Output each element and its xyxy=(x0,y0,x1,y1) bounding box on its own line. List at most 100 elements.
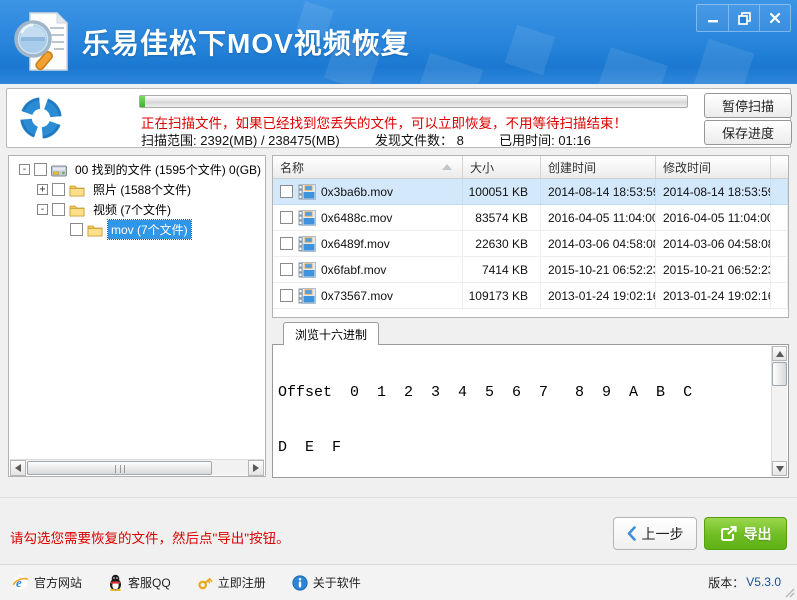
qq-icon xyxy=(110,574,122,591)
video-file-icon xyxy=(298,183,316,200)
titlebar: 乐易佳松下MOV视频恢复 xyxy=(0,0,797,84)
scrollbar-thumb[interactable] xyxy=(772,362,787,386)
elapsed-time-value: 01:16 xyxy=(558,133,591,148)
elapsed-time-label: 已用时间: xyxy=(499,133,555,148)
table-row[interactable]: 0x6fabf.mov 7414 KB 2015-10-21 06:52:23 … xyxy=(273,257,788,283)
scan-range-label: 扫描范围: xyxy=(141,133,197,148)
video-file-icon xyxy=(298,261,316,278)
file-modified: 2014-03-06 04:58:08 xyxy=(656,231,771,256)
official-site-link[interactable]: e 官方网站 xyxy=(12,574,82,591)
tree-item-mov[interactable]: mov (7个文件) xyxy=(9,219,265,240)
scan-range-value: 2392(MB) / 238475(MB) xyxy=(200,133,340,148)
found-files-label: 发现文件数： xyxy=(374,133,453,148)
tree-item-label[interactable]: 00 找到的文件 (1595个文件) 0(GB) xyxy=(72,160,264,179)
minimize-icon xyxy=(707,20,718,23)
hex-view-panel: Offset 0 1 2 3 4 5 6 7 8 9 A B C D E F 0… xyxy=(272,344,789,478)
tree-item-label[interactable]: 视频 (7个文件) xyxy=(90,200,174,219)
column-header-filler xyxy=(771,156,788,178)
file-modified: 2013-01-24 19:02:16 xyxy=(656,283,771,308)
table-row[interactable]: 0x6488c.mov 83574 KB 2016-04-05 11:04:00… xyxy=(273,205,788,231)
video-file-icon xyxy=(298,287,316,304)
scan-info-line: 扫描范围: 2392(MB) / 238475(MB) 发现文件数： 8 已用时… xyxy=(141,130,591,149)
scan-progress-bar xyxy=(139,95,688,108)
file-size: 83574 KB xyxy=(463,205,541,230)
tree-item-label-selected[interactable]: mov (7个文件) xyxy=(107,219,192,240)
file-name: 0x73567.mov xyxy=(321,288,394,303)
collapse-toggle[interactable]: - xyxy=(19,164,30,175)
file-created: 2014-08-14 18:53:59 xyxy=(541,179,656,204)
file-modified: 2015-10-21 06:52:23 xyxy=(656,257,771,282)
file-size: 109173 KB xyxy=(463,283,541,308)
tree-item-root[interactable]: - 00 找到的文件 (1595个文件) 0(GB) xyxy=(9,160,265,179)
tree-item-videos[interactable]: - 视频 (7个文件) xyxy=(9,200,265,219)
close-icon xyxy=(769,12,781,24)
file-modified: 2016-04-05 11:04:00 xyxy=(656,205,771,230)
tree-checkbox[interactable] xyxy=(70,223,83,236)
minimize-button[interactable] xyxy=(697,5,728,31)
svg-text:e: e xyxy=(16,575,22,590)
scroll-right-button[interactable] xyxy=(248,459,264,476)
table-row[interactable]: 0x6489f.mov 22630 KB 2014-03-06 04:58:08… xyxy=(273,231,788,257)
tree-horizontal-scrollbar[interactable] xyxy=(10,459,264,476)
close-button[interactable] xyxy=(759,5,790,31)
tree-item-label[interactable]: 照片 (1588个文件) xyxy=(90,180,194,199)
scan-progress-fill xyxy=(140,96,146,107)
register-link[interactable]: 立即注册 xyxy=(197,574,266,591)
folder-icon xyxy=(87,225,103,236)
back-button[interactable]: 上一步 xyxy=(613,517,697,550)
support-qq-link[interactable]: 客服QQ xyxy=(108,574,171,591)
video-file-icon xyxy=(298,235,316,252)
folder-icon xyxy=(69,185,85,196)
row-checkbox[interactable] xyxy=(280,185,293,198)
scroll-down-button[interactable] xyxy=(772,461,787,476)
scroll-left-button[interactable] xyxy=(10,459,26,476)
collapse-toggle[interactable]: - xyxy=(37,204,48,215)
column-header-name[interactable]: 名称 xyxy=(273,156,463,178)
scanning-spinner-icon xyxy=(20,97,62,139)
restore-icon xyxy=(737,11,751,25)
export-button[interactable]: 导出 xyxy=(704,517,787,550)
table-row[interactable]: 0x73567.mov 109173 KB 2013-01-24 19:02:1… xyxy=(273,283,788,309)
save-progress-button[interactable]: 保存进度 xyxy=(704,120,792,145)
file-created: 2013-01-24 19:02:16 xyxy=(541,283,656,308)
file-created: 2016-04-05 11:04:00 xyxy=(541,205,656,230)
row-checkbox[interactable] xyxy=(280,263,293,276)
resize-grip[interactable] xyxy=(783,586,795,598)
tree-checkbox[interactable] xyxy=(52,203,65,216)
tree-checkbox[interactable] xyxy=(52,183,65,196)
folder-icon xyxy=(69,205,85,216)
about-link[interactable]: 关于软件 xyxy=(292,574,361,591)
file-name: 0x3ba6b.mov xyxy=(321,184,394,199)
expand-toggle[interactable]: + xyxy=(37,184,48,195)
table-row[interactable]: 0x3ba6b.mov 100051 KB 2014-08-14 18:53:5… xyxy=(273,179,788,205)
video-file-icon xyxy=(298,209,316,226)
folder-tree-panel: - 00 找到的文件 (1595个文件) 0(GB) + 照片 (1588个文件 xyxy=(8,155,266,477)
column-header-modified[interactable]: 修改时间 xyxy=(656,156,771,178)
ie-icon: e xyxy=(12,575,29,590)
hex-content: Offset 0 1 2 3 4 5 6 7 8 9 A B C D E F 0… xyxy=(278,383,693,457)
drive-icon xyxy=(51,165,67,176)
scrollbar-thumb[interactable] xyxy=(27,460,212,475)
row-checkbox[interactable] xyxy=(280,211,293,224)
chevron-left-icon xyxy=(627,526,636,541)
pause-scan-button[interactable]: 暂停扫描 xyxy=(704,93,792,118)
column-header-created[interactable]: 创建时间 xyxy=(541,156,656,178)
recover-hint-text: 请勾选您需要恢复的文件，然后点"导出"按钮。 xyxy=(10,531,290,546)
restore-button[interactable] xyxy=(728,5,759,31)
sort-asc-icon xyxy=(442,164,452,170)
hex-view-tab[interactable]: 浏览十六进制 xyxy=(283,322,380,345)
divider xyxy=(0,497,797,498)
app-title: 乐易佳松下MOV视频恢复 xyxy=(82,28,410,59)
column-header-size[interactable]: 大小 xyxy=(463,156,541,178)
expander-placeholder xyxy=(55,224,66,235)
scroll-up-button[interactable] xyxy=(772,346,787,361)
key-icon xyxy=(198,577,213,589)
hex-vertical-scrollbar[interactable] xyxy=(771,346,787,476)
row-checkbox[interactable] xyxy=(280,237,293,250)
tree-checkbox[interactable] xyxy=(34,163,47,176)
tree-item-photos[interactable]: + 照片 (1588个文件) xyxy=(9,180,265,199)
file-created: 2014-03-06 04:58:08 xyxy=(541,231,656,256)
row-checkbox[interactable] xyxy=(280,289,293,302)
file-name: 0x6489f.mov xyxy=(321,236,390,251)
file-size: 7414 KB xyxy=(463,257,541,282)
